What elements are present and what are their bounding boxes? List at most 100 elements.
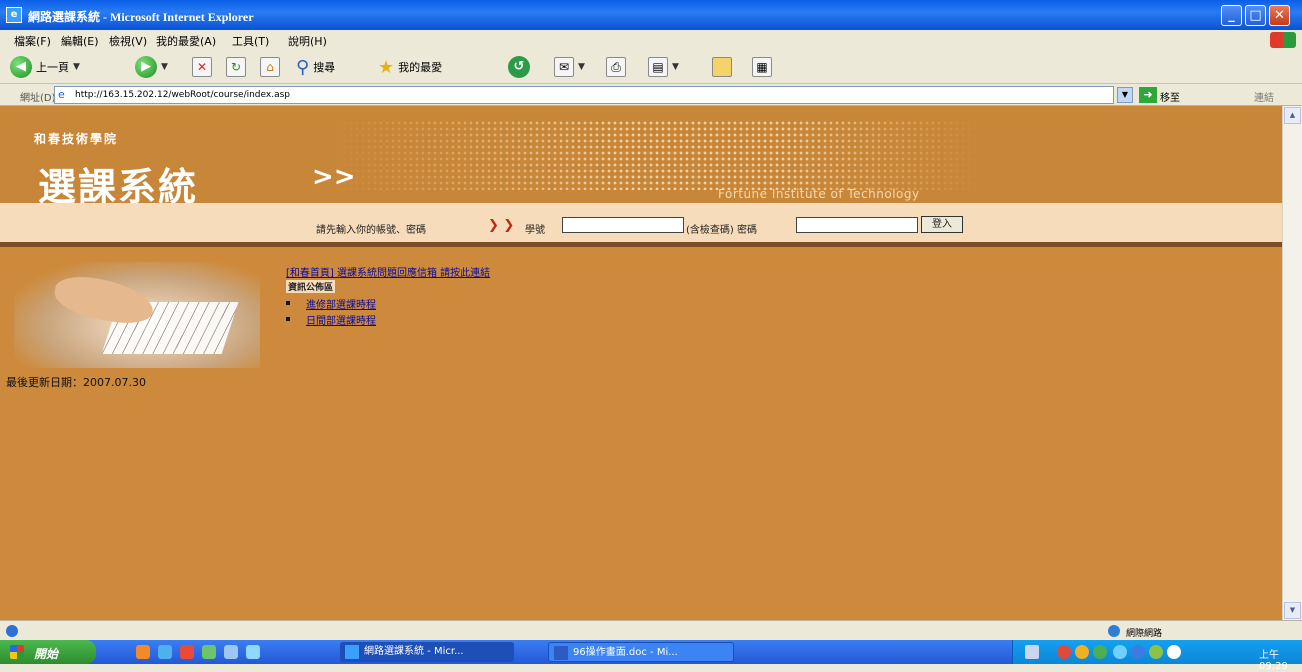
quicklaunch-media-icon[interactable]: [180, 645, 194, 659]
go-label[interactable]: 移至: [1160, 89, 1180, 104]
nav-links[interactable]: [和春首頁] 選課系統問題回應信箱 請按此連結: [286, 264, 490, 279]
close-button[interactable]: ✕: [1269, 5, 1290, 26]
task-label: 網路選課系統 - Micr...: [364, 646, 464, 657]
student-id-input[interactable]: [562, 217, 684, 233]
chevron-down-icon: ▼: [73, 62, 80, 72]
ie-icon: [345, 645, 359, 659]
page-status-icon: [6, 625, 18, 637]
home-icon: ⌂: [260, 57, 280, 77]
page-icon: e: [58, 88, 65, 101]
menu-favorites[interactable]: 我的最愛(A): [156, 33, 216, 49]
keyboard-icon[interactable]: [1025, 645, 1039, 659]
mail-button[interactable]: ✉ ▼: [554, 55, 585, 79]
login-button[interactable]: 登入: [921, 216, 963, 233]
english-school-name: Fortune Institute of Technology: [718, 187, 920, 201]
quicklaunch-messenger-icon[interactable]: [246, 645, 260, 659]
edit-button[interactable]: ▤ ▼: [648, 55, 679, 79]
mail-icon: ✉: [554, 57, 574, 77]
quicklaunch-outlook-icon[interactable]: [136, 645, 150, 659]
tray-app-icon[interactable]: [1131, 645, 1145, 659]
status-bar: 網際網路: [0, 620, 1302, 640]
page-viewport: 和春技術學院 選課系統 >> Fortune Institute of Tech…: [0, 106, 1282, 620]
tray-app-icon[interactable]: [1057, 645, 1071, 659]
login-bar: 請先輸入你的帳號、密碼 ❯ ❯ 學號 (含檢查碼) 密碼 登入: [0, 203, 1282, 247]
header-banner: 和春技術學院 選課系統 >> Fortune Institute of Tech…: [0, 106, 1282, 209]
bullet-icon: [286, 317, 290, 321]
windows-flag-icon: [10, 645, 24, 659]
password-input[interactable]: [796, 217, 918, 233]
minimize-button[interactable]: _: [1221, 5, 1242, 26]
bulletin-link[interactable]: 進修部選課時程: [306, 296, 376, 311]
toolbar: ◀ 上一頁 ▼ ▶ ▼ ✕ ↻ ⌂ ⚲ 搜尋 ★ 我的最愛 ↺ ✉ ▼ ⎙ ▤ …: [0, 50, 1302, 84]
chevron-down-icon: ▼: [578, 62, 585, 72]
scroll-up-icon[interactable]: ▲: [1284, 107, 1301, 124]
address-bar: 網址(D) e http://163.15.202.12/webRoot/cou…: [0, 84, 1302, 106]
taskbar-item-ie[interactable]: 網路選課系統 - Micr...: [340, 642, 514, 662]
login-prompt: 請先輸入你的帳號、密碼: [316, 225, 426, 236]
search-icon: ⚲: [296, 56, 310, 78]
vertical-scrollbar[interactable]: ▲ ▼: [1282, 106, 1302, 620]
bulletin-title: 資訊公佈區: [286, 280, 336, 293]
home-button[interactable]: ⌂: [260, 55, 280, 79]
title-arrows: >>: [312, 162, 356, 192]
taskbar-item-word[interactable]: 96操作畫面.doc - Mi...: [548, 642, 734, 662]
history-icon: ↺: [508, 56, 530, 78]
go-button[interactable]: ➜: [1139, 87, 1157, 103]
maximize-button[interactable]: □: [1245, 5, 1266, 26]
address-url: http://163.15.202.12/webRoot/course/inde…: [75, 90, 290, 100]
search-button[interactable]: ⚲ 搜尋: [296, 55, 335, 79]
start-button[interactable]: 開始: [0, 640, 96, 664]
back-button[interactable]: ◀ 上一頁 ▼: [10, 55, 80, 79]
window-title: 網路選課系統 - Microsoft Internet Explorer: [28, 10, 254, 24]
network-icon[interactable]: [1113, 645, 1127, 659]
print-button[interactable]: ⎙: [606, 55, 626, 79]
quicklaunch-ie-icon[interactable]: [202, 645, 216, 659]
menu-edit[interactable]: 編輯(E): [61, 33, 99, 49]
password-label: (含檢查碼) 密碼: [686, 225, 757, 236]
windows-logo-icon: [1270, 32, 1296, 48]
menu-view[interactable]: 檢視(V): [109, 33, 147, 49]
start-label: 開始: [34, 647, 59, 661]
stop-icon: ✕: [192, 57, 212, 77]
forward-button[interactable]: ▶ ▼: [135, 55, 168, 79]
menu-help[interactable]: 說明(H): [288, 33, 327, 49]
print-icon: ⎙: [606, 57, 626, 77]
back-label: 上一頁: [36, 61, 69, 74]
volume-icon[interactable]: [1149, 645, 1163, 659]
tray-app-icon[interactable]: [1093, 645, 1107, 659]
security-zone: 網際網路: [1126, 629, 1163, 639]
bullet-icon: [286, 301, 290, 305]
star-icon: ★: [378, 56, 395, 78]
quicklaunch-desktop-icon[interactable]: [158, 645, 172, 659]
menu-bar: 檔案(F) 編輯(E) 檢視(V) 我的最愛(A) 工具(T) 說明(H): [0, 30, 1302, 50]
address-dropdown-button[interactable]: ▼: [1117, 87, 1133, 103]
back-arrow-icon: ◀: [10, 56, 32, 78]
refresh-button[interactable]: ↻: [226, 55, 246, 79]
history-button[interactable]: ↺: [508, 55, 530, 79]
last-updated: 最後更新日期：2007.07.30: [6, 376, 146, 389]
tray-app-icon[interactable]: [1075, 645, 1089, 659]
scroll-down-icon[interactable]: ▼: [1284, 602, 1301, 619]
stop-button[interactable]: ✕: [192, 55, 212, 79]
address-input[interactable]: e http://163.15.202.12/webRoot/course/in…: [54, 86, 1114, 104]
chevron-down-icon: ▼: [672, 62, 679, 72]
quicklaunch-app-icon[interactable]: [224, 645, 238, 659]
taskbar: 開始 網路選課系統 - Micr... 96操作畫面.doc - Mi... 上…: [0, 640, 1302, 672]
task-label: 96操作畫面.doc - Mi...: [573, 647, 678, 658]
tray-app-icon[interactable]: [1167, 645, 1181, 659]
folder-button[interactable]: [712, 55, 732, 79]
search-label: 搜尋: [313, 61, 336, 74]
favorites-button[interactable]: ★ 我的最愛: [378, 55, 442, 79]
banner-dot-pattern: [330, 120, 980, 190]
favorites-label: 我的最愛: [398, 61, 443, 74]
menu-file[interactable]: 檔案(F): [14, 33, 51, 49]
messenger-button[interactable]: ▦: [752, 55, 772, 79]
edit-icon: ▤: [648, 57, 668, 77]
bulletin-link[interactable]: 日間部選課時程: [306, 312, 376, 327]
refresh-icon: ↻: [226, 57, 246, 77]
title-bar: e 網路選課系統 - Microsoft Internet Explorer _…: [0, 0, 1302, 30]
menu-tools[interactable]: 工具(T): [232, 33, 269, 49]
home-and-feedback-link[interactable]: [和春首頁] 選課系統問題回應信箱 請按此連結: [286, 268, 490, 279]
links-label[interactable]: 連結: [1254, 89, 1274, 104]
address-label: 網址(D): [20, 93, 56, 104]
